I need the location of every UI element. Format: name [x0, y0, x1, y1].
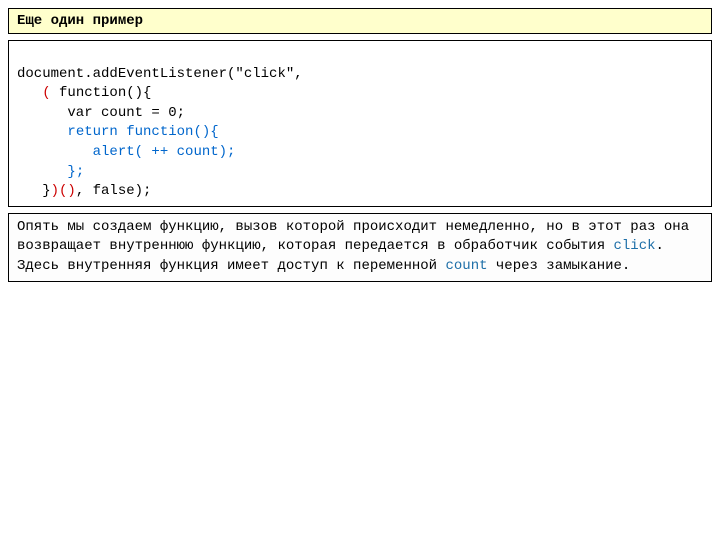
- code-line-2-indent: [17, 85, 42, 101]
- expl-p1c: .: [656, 238, 664, 254]
- expl-p2c: через замыкание.: [488, 258, 631, 274]
- explanation-block: Опять мы создаем функцию, вызов которой …: [8, 213, 712, 282]
- code-line-7-close: }: [17, 183, 51, 199]
- code-paren-open: (: [42, 85, 50, 101]
- code-return-fn: return function(){: [67, 124, 218, 140]
- code-line-6-indent: [17, 164, 67, 180]
- code-paren-invoke: )(): [51, 183, 76, 199]
- code-line-7-rest: , false);: [76, 183, 152, 199]
- code-block: document.addEventListener("click", ( fun…: [8, 40, 712, 207]
- expl-count-kw: count: [445, 258, 487, 274]
- expl-p2a: Здесь внутренняя функция имеет доступ к …: [17, 258, 445, 274]
- expl-p1a: Опять мы создаем функцию, вызов которой …: [17, 219, 689, 255]
- section-title: Еще один пример: [8, 8, 712, 34]
- code-alert: alert( ++ count);: [93, 144, 236, 160]
- expl-click-kw: click: [614, 238, 656, 254]
- code-line-2-rest: function(){: [51, 85, 152, 101]
- code-line-5-indent: [17, 144, 93, 160]
- code-line-3: var count = 0;: [17, 105, 185, 121]
- title-text: Еще один пример: [17, 13, 143, 29]
- code-line-1: document.addEventListener("click",: [17, 66, 303, 82]
- code-close-inner: };: [67, 164, 84, 180]
- code-line-4-indent: [17, 124, 67, 140]
